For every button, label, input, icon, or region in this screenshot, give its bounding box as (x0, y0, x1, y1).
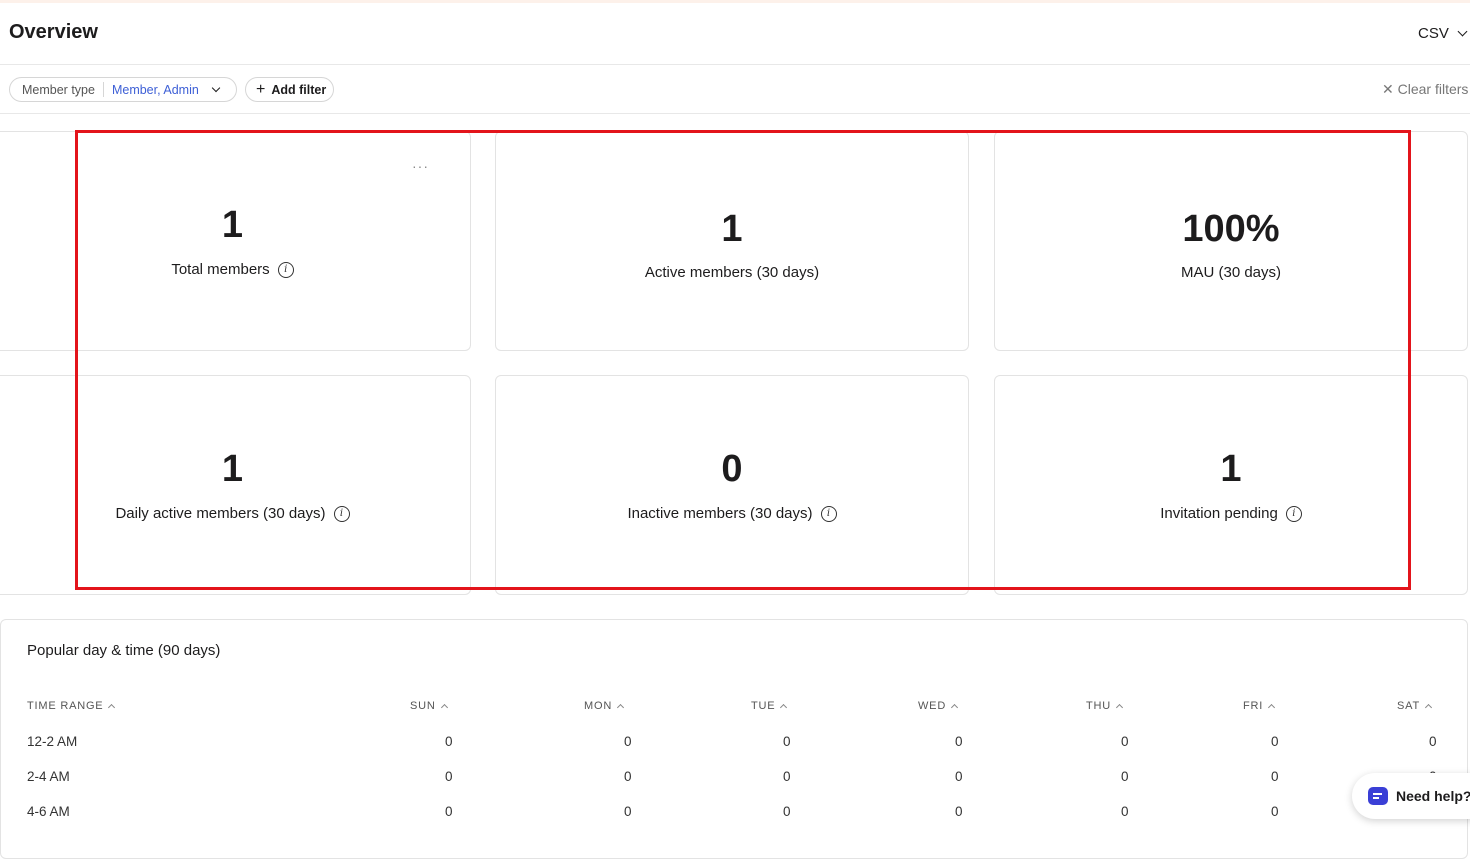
stat-label-row: Invitation pending i (995, 505, 1467, 522)
chevron-down-icon (1457, 26, 1468, 37)
stat-label-row: Inactive members (30 days) i (496, 505, 968, 522)
more-icon[interactable]: ··· (412, 158, 429, 174)
member-type-filter-value: Member, Admin (111, 82, 199, 97)
stat-value: 100% (1182, 208, 1280, 250)
need-help-label: Need help? (1396, 788, 1470, 804)
table-cell: 0 (783, 734, 791, 749)
column-header-label: TUE (751, 700, 776, 712)
sort-up-icon (617, 703, 625, 712)
column-header-label: WED (918, 700, 947, 712)
table-cell: 0 (1121, 734, 1129, 749)
member-type-filter[interactable]: Member type Member, Admin (9, 77, 237, 102)
sort-up-icon (108, 703, 116, 712)
stat-card-mau: 100% MAU (30 days) (994, 131, 1468, 351)
table-cell: 0 (1271, 734, 1279, 749)
stat-value: 1 (221, 204, 244, 246)
info-icon[interactable]: i (333, 505, 350, 522)
column-header-wed[interactable]: WED (918, 700, 959, 712)
sort-up-icon (1424, 703, 1433, 712)
chevron-down-icon (211, 83, 221, 92)
page-header: Overview CSV (0, 3, 1470, 65)
sort-up-icon (1268, 703, 1276, 712)
table-cell-range: 2-4 AM (27, 769, 70, 784)
page-title: Overview (9, 21, 98, 43)
column-header-time-range[interactable]: TIME RANGE (27, 700, 116, 712)
column-header-fri[interactable]: FRI (1243, 700, 1276, 712)
table-cell: 0 (624, 804, 632, 819)
sort-up-icon (780, 703, 788, 712)
table-cell: 0 (1271, 769, 1279, 784)
column-header-label: SUN (410, 700, 436, 712)
stat-card-invitation-pending: 1 Invitation pending i (994, 375, 1468, 595)
add-filter-button[interactable]: + Add filter (245, 77, 334, 102)
column-header-label: FRI (1243, 700, 1264, 712)
info-icon[interactable]: i (820, 505, 837, 522)
column-header-label: SAT (1397, 700, 1420, 712)
table-cell: 0 (445, 804, 453, 819)
column-header-label: MON (584, 700, 613, 712)
stat-label: Invitation pending (1160, 505, 1278, 522)
csv-export-label: CSV (1418, 25, 1449, 42)
stat-card-active-members: 1 Active members (30 days) (495, 131, 969, 351)
stat-value: 1 (221, 448, 244, 490)
table-title: Popular day & time (90 days) (27, 642, 221, 659)
table-cell: 0 (1121, 804, 1129, 819)
column-header-sat[interactable]: SAT (1397, 700, 1433, 712)
sort-up-icon (440, 703, 448, 712)
stat-label-row: Daily active members (30 days) i (0, 505, 470, 522)
table-cell: 0 (624, 734, 632, 749)
clear-filters-button[interactable]: ✕ Clear filters (1382, 81, 1468, 98)
column-header-tue[interactable]: TUE (751, 700, 788, 712)
table-cell: 0 (445, 734, 453, 749)
csv-export-button[interactable]: CSV (1418, 25, 1468, 42)
stat-label: Daily active members (30 days) (115, 505, 326, 522)
stat-value: 0 (721, 448, 743, 490)
table-cell: 0 (1271, 804, 1279, 819)
info-icon[interactable]: i (277, 261, 294, 278)
stat-value: 1 (1220, 448, 1242, 490)
table-cell: 0 (445, 769, 453, 784)
stat-value: 1 (721, 208, 743, 250)
divider (102, 82, 104, 97)
plus-icon: + (256, 80, 266, 98)
column-header-label: TIME RANGE (27, 700, 104, 712)
stat-label-row: MAU (30 days) (995, 264, 1467, 281)
add-filter-label: Add filter (271, 82, 327, 97)
table-cell: 0 (955, 769, 963, 784)
chat-icon (1368, 787, 1388, 805)
table-cell-range: 4-6 AM (27, 804, 70, 819)
stat-label-row: Active members (30 days) (496, 264, 968, 281)
stat-label: Total members (171, 261, 270, 278)
table-cell: 0 (783, 769, 791, 784)
stat-label: MAU (30 days) (1180, 264, 1282, 281)
info-icon[interactable]: i (1285, 505, 1302, 522)
table-cell: 0 (783, 804, 791, 819)
table-cell: 0 (955, 734, 963, 749)
sort-up-icon (951, 703, 959, 712)
filter-bar: Member type Member, Admin + Add filter ✕… (0, 65, 1470, 114)
table-cell: 0 (1429, 734, 1437, 749)
column-header-thu[interactable]: THU (1086, 700, 1124, 712)
stat-label: Inactive members (30 days) (627, 505, 813, 522)
stat-card-total-members: ··· 1 Total members i (0, 131, 471, 351)
column-header-label: THU (1086, 700, 1112, 712)
stat-label-row: Total members i (0, 261, 470, 278)
sort-up-icon (1115, 703, 1124, 712)
table-cell: 0 (624, 769, 632, 784)
table-cell: 0 (1121, 769, 1129, 784)
need-help-button[interactable]: Need help? (1352, 773, 1470, 819)
column-header-mon[interactable]: MON (584, 700, 625, 712)
stat-card-inactive-members: 0 Inactive members (30 days) i (495, 375, 969, 595)
table-cell-range: 12-2 AM (27, 734, 78, 749)
table-cell: 0 (955, 804, 963, 819)
member-type-filter-label: Member type (22, 82, 95, 97)
popular-day-time-card: Popular day & time (90 days) TIME RANGE … (0, 619, 1468, 859)
stat-label: Active members (30 days) (644, 264, 820, 281)
column-header-sun[interactable]: SUN (410, 700, 448, 712)
stat-card-daily-active-members: 1 Daily active members (30 days) i (0, 375, 471, 595)
